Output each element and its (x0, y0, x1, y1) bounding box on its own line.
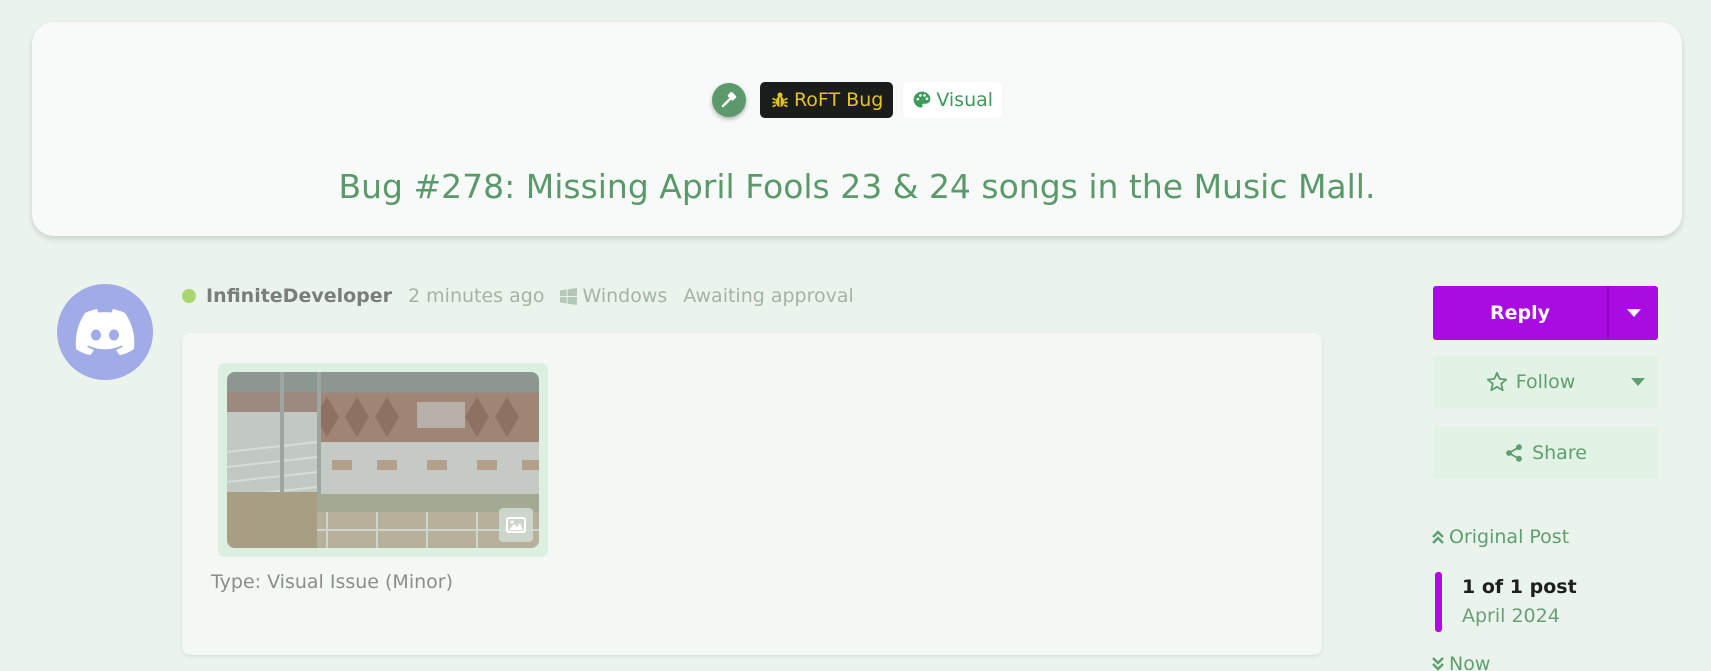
share-button[interactable]: Share (1433, 427, 1658, 479)
original-post-label: Original Post (1449, 526, 1570, 548)
hammer-icon (721, 91, 737, 108)
attachment-image[interactable] (227, 372, 539, 548)
scrubber-post-count: 1 of 1 post (1462, 576, 1577, 598)
post-time[interactable]: 2 minutes ago (408, 285, 544, 307)
bug-icon (772, 92, 788, 108)
attachment-thumbnail[interactable] (218, 363, 548, 557)
post-meta: InfiniteDeveloper 2 minutes ago Windows … (182, 284, 854, 308)
palette-icon (913, 91, 931, 108)
page-title: Bug #278: Missing April Fools 23 & 24 so… (338, 167, 1376, 206)
post-text: Type: Visual Issue (Minor) (211, 571, 453, 593)
original-post-link[interactable]: Original Post (1431, 526, 1569, 548)
now-link[interactable]: Now (1431, 653, 1490, 671)
caret-down-icon (1631, 378, 1645, 386)
avatar[interactable] (57, 284, 153, 380)
post-username[interactable]: InfiniteDeveloper (206, 285, 392, 307)
image-icon (499, 508, 533, 542)
chevron-up-double-icon (1432, 530, 1444, 544)
caret-down-icon (1626, 309, 1641, 317)
scrubber-handle[interactable] (1435, 572, 1442, 632)
tag-roft-bug-label: RoFT Bug (793, 89, 884, 111)
post-body: Type: Visual Issue (Minor) (182, 333, 1322, 655)
now-label: Now (1449, 653, 1491, 671)
post-status: Awaiting approval (683, 285, 854, 307)
tag-visual[interactable]: Visual (903, 82, 1003, 118)
chevron-down-double-icon (1432, 657, 1444, 671)
tag-visual-label: Visual (936, 89, 994, 111)
reply-dropdown-button[interactable] (1609, 286, 1658, 340)
discord-icon (75, 309, 135, 355)
online-status-icon (182, 289, 196, 303)
follow-button-group: Follow (1433, 356, 1658, 408)
reply-button-group: Reply (1433, 286, 1658, 340)
share-icon (1506, 444, 1522, 462)
tag-roft-bug[interactable]: RoFT Bug (759, 82, 894, 118)
post-os: Windows (560, 285, 667, 307)
reply-button[interactable]: Reply (1433, 286, 1609, 340)
share-label: Share (1532, 442, 1587, 464)
star-icon (1486, 371, 1507, 392)
locked-badge (711, 83, 746, 117)
thread-header: RoFT Bug Visual Bug #278: Missing April … (32, 22, 1682, 236)
follow-dropdown-button[interactable] (1618, 378, 1658, 386)
scrubber-date: April 2024 (1462, 605, 1560, 627)
windows-icon (560, 287, 578, 305)
follow-label: Follow (1515, 371, 1576, 393)
post-os-label: Windows (582, 285, 668, 307)
follow-button[interactable]: Follow (1433, 371, 1618, 393)
tag-list: RoFT Bug Visual (32, 82, 1682, 118)
